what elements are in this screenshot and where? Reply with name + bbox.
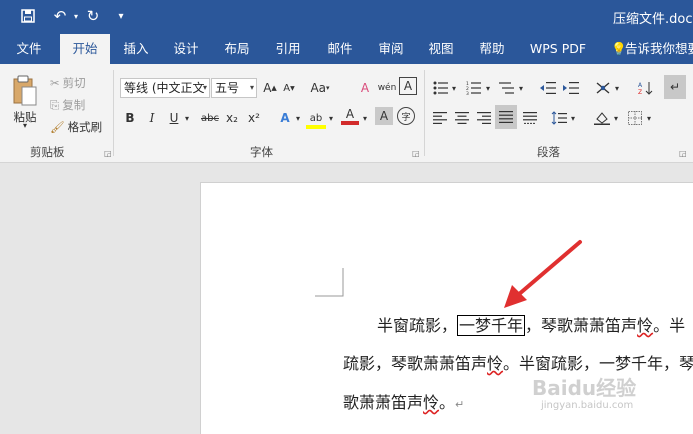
chevron-down-icon: ▾ [249,83,254,92]
align-right-icon[interactable] [475,107,493,129]
character-shading-icon[interactable]: A [375,107,393,125]
borders-icon[interactable] [625,107,645,129]
tab-layout[interactable]: 布局 [215,34,259,64]
tab-home[interactable]: 开始 [60,34,110,64]
underline-button[interactable]: U [166,107,182,129]
align-center-icon[interactable] [453,107,471,129]
show-formatting-marks-icon[interactable]: ↵ [664,75,686,99]
lightbulb-icon: 💡 [611,41,627,56]
tab-wps-pdf[interactable]: WPS PDF [524,34,592,64]
sort-icon[interactable]: AZ [636,77,656,99]
tab-insert[interactable]: 插入 [114,34,158,64]
selected-text-box[interactable]: 一梦千年 [457,315,526,336]
spelling-error-mark: 怜 [423,393,440,412]
margin-corner-mark [315,268,344,297]
paragraph-line-3: 歌萧萧笛声怜。↵ [343,393,465,412]
tab-view[interactable]: 视图 [419,34,463,64]
paragraph-group-label: 段落 [537,145,560,159]
tab-mailings[interactable]: 邮件 [318,34,362,64]
save-icon[interactable] [18,6,38,26]
cut-button[interactable]: ✂ 剪切 [50,72,86,94]
enclose-characters-icon[interactable]: 字 [397,107,415,125]
clipboard-group-label: 剪贴板 [30,145,65,159]
chinese-layout-icon[interactable] [592,77,614,99]
underline-dropdown-icon[interactable]: ▾ [182,107,192,129]
font-group-label: 字体 [250,145,273,159]
tab-review[interactable]: 审阅 [369,34,413,64]
line-spacing-icon[interactable] [549,107,569,129]
copy-button[interactable]: ⎘ 复制 [50,94,85,116]
font-name-combo[interactable]: 等线 (中文正文 ▾ [120,78,210,98]
multilevel-list-icon[interactable] [497,77,517,99]
text-highlight-icon[interactable]: ab [306,107,326,129]
tab-design[interactable]: 设计 [164,34,208,64]
tell-me-search[interactable]: 💡告诉我你想要 [611,34,693,64]
increase-indent-icon[interactable] [561,77,581,99]
highlight-dropdown-icon[interactable]: ▾ [326,107,336,129]
justify-icon[interactable] [495,105,517,129]
shading-dropdown-icon[interactable]: ▾ [611,107,621,129]
format-painter-button[interactable]: 🖌 格式刷 [50,116,102,138]
spelling-error-mark: 怜 [487,354,504,373]
paragraph-shading-icon[interactable] [592,107,612,129]
ribbon-tab-bar: 文件 开始 插入 设计 布局 引用 邮件 审阅 视图 帮助 WPS PDF 💡告… [0,34,693,64]
numbering-dropdown-icon[interactable]: ▾ [483,77,493,99]
group-divider [113,70,114,156]
baidu-watermark-url: jingyan.baidu.com [541,400,634,411]
chinese-layout-dropdown-icon[interactable]: ▾ [612,77,622,99]
italic-button[interactable]: I [144,107,160,129]
font-size-combo[interactable]: 五号 ▾ [211,78,257,98]
svg-text:A: A [638,82,643,89]
borders-dropdown-icon[interactable]: ▾ [644,107,654,129]
text-effects-dropdown-icon[interactable]: ▾ [293,107,303,129]
bullets-icon[interactable] [431,77,451,99]
phonetic-guide-icon[interactable]: wén [377,77,397,99]
redo-icon[interactable]: ↻ [83,6,103,26]
multilevel-dropdown-icon[interactable]: ▾ [516,77,526,99]
distributed-icon[interactable] [521,107,539,129]
chevron-down-icon: ▾ [202,83,207,92]
scissors-icon: ✂ [50,76,60,90]
grow-font-icon[interactable]: A ▲ [262,77,278,99]
character-border-icon[interactable]: A [399,77,417,95]
text-effects-icon[interactable]: A [276,107,294,129]
align-left-icon[interactable] [431,107,449,129]
paste-icon[interactable] [8,72,42,110]
font-dialog-launcher-icon[interactable]: ◲ [412,149,420,158]
decrease-indent-icon[interactable] [538,77,558,99]
tab-references[interactable]: 引用 [266,34,310,64]
svg-text:Z: Z [638,89,642,95]
font-color-icon[interactable]: A [341,107,359,125]
strikethrough-button[interactable]: abc [199,107,221,129]
paragraph-line-2: 疏影，琴歌萧萧笛声怜。半窗疏影，一梦千年，琴 [343,354,693,373]
numbering-icon[interactable]: 123 [464,77,484,99]
paragraph-line-1: 半窗疏影， 一梦千年 ，琴歌萧萧笛声怜。半 [377,315,686,336]
group-divider [424,70,425,156]
line-spacing-dropdown-icon[interactable]: ▾ [568,107,578,129]
customize-quick-access-icon[interactable]: ▾ [111,6,131,26]
document-title: 压缩文件.doc [613,12,693,27]
tab-file[interactable]: 文件 [6,34,52,64]
copy-icon: ⎘ [50,97,60,112]
change-case-icon[interactable]: Aa ▾ [309,77,331,99]
baidu-watermark-logo: Baidu经验 [532,376,637,400]
svg-text:3: 3 [466,91,469,95]
shrink-font-icon[interactable]: A ▼ [281,77,297,99]
superscript-button[interactable]: x² [245,107,263,129]
bullets-dropdown-icon[interactable]: ▾ [449,77,459,99]
format-painter-icon: 🖌 [50,120,65,134]
paste-dropdown-icon[interactable]: ▾ [18,120,32,130]
spelling-error-mark: 怜 [637,316,654,335]
bold-button[interactable]: B [122,107,138,129]
ribbon-home: 粘贴 ▾ ✂ 剪切 ⎘ 复制 🖌 格式刷 剪贴板 ◲ 等线 (中文正文 ▾ 五号 ▾ A ▲… [0,64,693,163]
paragraph-mark-icon: ↵ [455,398,465,411]
clipboard-dialog-launcher-icon[interactable]: ◲ [104,149,112,158]
subscript-button[interactable]: x₂ [223,107,241,129]
title-bar: ↶ ▾ ↻ ▾ 压缩文件.doc [0,0,693,34]
paragraph-dialog-launcher-icon[interactable]: ◲ [679,149,687,158]
font-color-dropdown-icon[interactable]: ▾ [360,107,370,129]
tab-help[interactable]: 帮助 [470,34,514,64]
clear-formatting-icon[interactable]: A [356,77,374,99]
